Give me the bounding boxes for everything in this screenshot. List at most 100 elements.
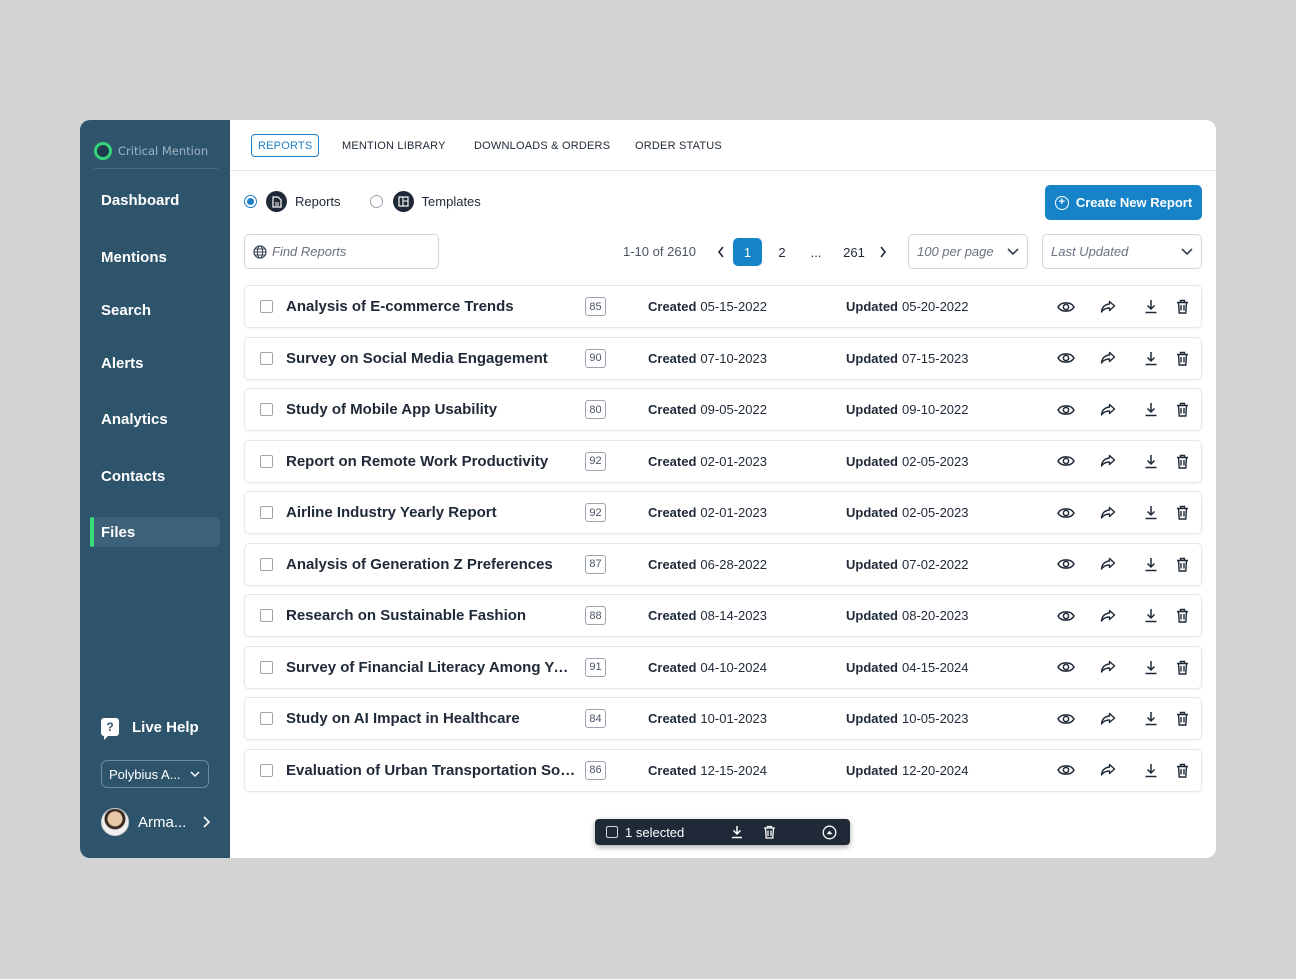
- table-row[interactable]: Airline Industry Yearly Report 92 Created 0…: [244, 491, 1202, 534]
- sidebar-item-mentions[interactable]: Mentions: [90, 242, 220, 272]
- sidebar-item-alerts[interactable]: Alerts: [90, 348, 220, 378]
- row-checkbox[interactable]: [260, 660, 273, 674]
- tab-mention-library[interactable]: MENTION LIBRARY: [342, 134, 446, 157]
- row-checkbox[interactable]: [260, 712, 273, 725]
- row-checkbox[interactable]: [260, 351, 273, 365]
- download-icon[interactable]: [1142, 349, 1160, 367]
- sidebar-item-dashboard[interactable]: Dashboard: [90, 185, 220, 215]
- trash-icon[interactable]: [1173, 710, 1191, 728]
- download-icon[interactable]: [1142, 710, 1160, 728]
- report-title[interactable]: Airline Industry Yearly Report: [286, 504, 576, 521]
- templates-radio[interactable]: [369, 195, 383, 208]
- trash-icon[interactable]: [1173, 607, 1191, 625]
- chevron-right-icon[interactable]: [878, 238, 888, 266]
- reports-radio[interactable]: [244, 195, 257, 208]
- table-row[interactable]: Report on Remote Work Productivity 92 Crea…: [244, 439, 1202, 483]
- report-title[interactable]: Study on AI Impact in Healthcare: [286, 710, 576, 727]
- search-input[interactable]: [272, 244, 432, 259]
- share-icon[interactable]: [1099, 452, 1117, 470]
- templates-option-label[interactable]: Templates: [422, 194, 481, 209]
- download-icon[interactable]: [1142, 452, 1160, 470]
- download-icon[interactable]: [1142, 298, 1160, 316]
- view-eye-icon[interactable]: [1057, 349, 1075, 367]
- chevron-left-icon[interactable]: [716, 238, 726, 266]
- live-help-button[interactable]: ? Live Help: [101, 718, 199, 740]
- report-title[interactable]: Research on Sustainable Fashion: [286, 607, 576, 624]
- share-icon[interactable]: [1099, 504, 1117, 522]
- table-row[interactable]: Research on Sustainable Fashion 88 Created…: [244, 594, 1202, 637]
- share-icon[interactable]: [1099, 710, 1117, 728]
- download-icon[interactable]: [1142, 607, 1160, 625]
- report-title[interactable]: Report on Remote Work Productivity: [286, 453, 576, 470]
- view-eye-icon[interactable]: [1057, 555, 1075, 573]
- trash-icon[interactable]: [1173, 761, 1191, 779]
- row-checkbox[interactable]: [260, 454, 273, 468]
- trash-icon[interactable]: [1173, 452, 1191, 470]
- sidebar-item-search[interactable]: Search: [90, 295, 220, 325]
- view-eye-icon[interactable]: [1057, 658, 1075, 676]
- tab-downloads-orders[interactable]: DOWNLOADS & ORDERS: [474, 134, 610, 157]
- create-new-report-button[interactable]: + Create New Report: [1045, 185, 1202, 220]
- view-eye-icon[interactable]: [1057, 298, 1075, 316]
- download-icon[interactable]: [1142, 761, 1160, 779]
- reports-option-label[interactable]: Reports: [295, 194, 341, 209]
- view-eye-icon[interactable]: [1057, 710, 1075, 728]
- trash-icon[interactable]: [1173, 658, 1191, 676]
- page-button-261[interactable]: 261: [842, 238, 866, 266]
- per-page-select[interactable]: 100 per page: [908, 234, 1028, 269]
- report-title[interactable]: Survey of Financial Literacy Among You..…: [286, 659, 576, 676]
- brand[interactable]: Critical Mention: [94, 142, 218, 169]
- share-icon[interactable]: [1099, 401, 1117, 419]
- bulk-delete-icon[interactable]: [760, 823, 778, 841]
- download-icon[interactable]: [1142, 555, 1160, 573]
- report-title[interactable]: Study of Mobile App Usability: [286, 401, 576, 418]
- trash-icon[interactable]: [1173, 349, 1191, 367]
- report-title[interactable]: Evaluation of Urban Transportation Sol..…: [286, 762, 576, 779]
- view-eye-icon[interactable]: [1057, 607, 1075, 625]
- sidebar-item-analytics[interactable]: Analytics: [90, 404, 220, 434]
- trash-icon[interactable]: [1173, 298, 1191, 316]
- download-icon[interactable]: [1142, 504, 1160, 522]
- download-icon[interactable]: [1142, 401, 1160, 419]
- table-row[interactable]: Study on AI Impact in Healthcare 84 Create…: [244, 697, 1202, 740]
- sidebar-item-files[interactable]: Files: [90, 517, 220, 547]
- report-title[interactable]: Survey on Social Media Engagement: [286, 350, 576, 367]
- row-checkbox[interactable]: [260, 506, 273, 519]
- row-checkbox[interactable]: [260, 300, 273, 313]
- bulk-select-checkbox[interactable]: [606, 826, 618, 838]
- table-row[interactable]: Survey of Financial Literacy Among You..…: [244, 645, 1202, 689]
- row-checkbox[interactable]: [260, 609, 273, 622]
- sort-select[interactable]: Last Updated: [1042, 234, 1202, 269]
- view-eye-icon[interactable]: [1057, 452, 1075, 470]
- trash-icon[interactable]: [1173, 504, 1191, 522]
- share-icon[interactable]: [1099, 298, 1117, 316]
- view-eye-icon[interactable]: [1057, 504, 1075, 522]
- table-row[interactable]: Evaluation of Urban Transportation Sol..…: [244, 748, 1202, 792]
- download-icon[interactable]: [1142, 658, 1160, 676]
- table-row[interactable]: Analysis of E-commerce Trends 85 Created 05…: [244, 285, 1202, 328]
- view-eye-icon[interactable]: [1057, 401, 1075, 419]
- table-row[interactable]: Survey on Social Media Engagement 90 Creat…: [244, 336, 1202, 380]
- report-title[interactable]: Analysis of Generation Z Preferences: [286, 556, 576, 573]
- workspace-select[interactable]: Polybius A...: [101, 760, 209, 788]
- share-icon[interactable]: [1099, 761, 1117, 779]
- user-menu[interactable]: Arma...: [101, 808, 211, 836]
- share-icon[interactable]: [1099, 607, 1117, 625]
- share-icon[interactable]: [1099, 555, 1117, 573]
- sidebar-item-contacts[interactable]: Contacts: [90, 461, 220, 491]
- share-icon[interactable]: [1099, 349, 1117, 367]
- table-row[interactable]: Analysis of Generation Z Preferences 87 Cr…: [244, 542, 1202, 586]
- trash-icon[interactable]: [1173, 401, 1191, 419]
- page-button-1[interactable]: 1: [733, 238, 762, 266]
- report-title[interactable]: Analysis of E-commerce Trends: [286, 298, 576, 315]
- trash-icon[interactable]: [1173, 555, 1191, 573]
- row-checkbox[interactable]: [260, 557, 273, 571]
- page-button-2[interactable]: 2: [775, 238, 789, 266]
- row-checkbox[interactable]: [260, 403, 273, 416]
- tab-reports[interactable]: REPORTS: [251, 134, 320, 157]
- collapse-up-icon[interactable]: [820, 823, 838, 841]
- row-checkbox[interactable]: [260, 763, 273, 777]
- tab-order-status[interactable]: ORDER STATUS: [635, 134, 722, 157]
- table-row[interactable]: Study of Mobile App Usability 80 Created 09…: [244, 388, 1202, 431]
- view-eye-icon[interactable]: [1057, 761, 1075, 779]
